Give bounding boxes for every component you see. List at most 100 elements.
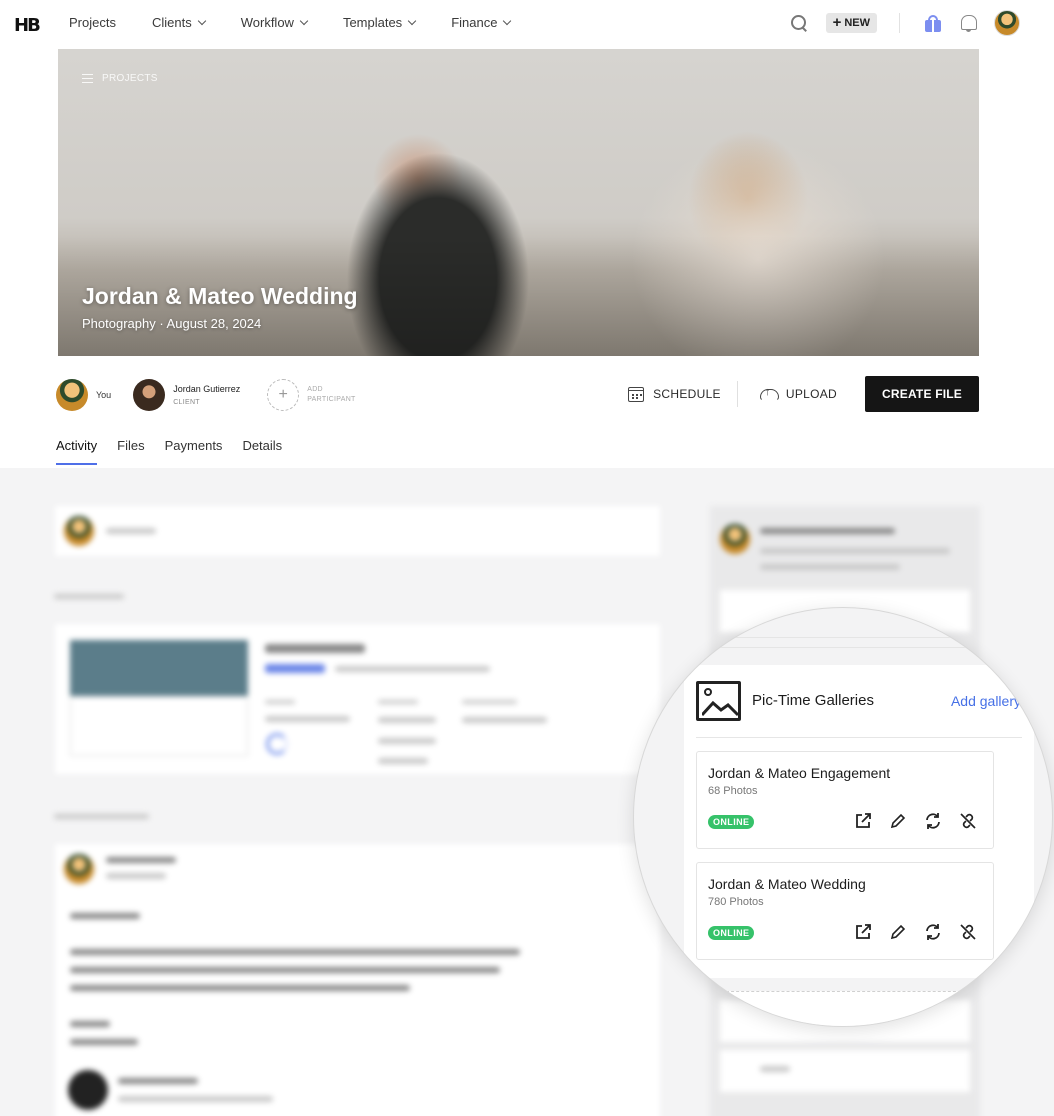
tab-payments[interactable]: Payments — [165, 438, 223, 465]
text-line — [760, 1066, 790, 1072]
pic-time-galleries-panel: Pic-Time Galleries Add gallery Jordan & … — [684, 665, 1034, 978]
gallery-actions — [837, 812, 977, 830]
text-line — [106, 857, 176, 863]
nav-item-label: Workflow — [240, 15, 294, 30]
add-participant-button[interactable]: + — [267, 379, 300, 411]
bell-icon[interactable] — [960, 14, 977, 32]
client-info[interactable]: Jordan Gutierrez CLIENT — [173, 384, 240, 406]
pencil-icon[interactable] — [889, 923, 907, 941]
gallery-photo-count: 780 Photos — [708, 896, 764, 908]
sidebar-card-below — [721, 991, 971, 1026]
project-cover-image: PROJECTS Jordan & Mateo Wedding Photogra… — [58, 49, 979, 356]
nav-right: + NEW — [790, 10, 1020, 36]
project-tabs: Activity Files Payments Details — [56, 438, 302, 465]
text-line — [106, 873, 166, 879]
gallery-name: Jordan & Mateo Wedding — [708, 876, 866, 892]
file-title-line — [265, 644, 365, 653]
hamburger-icon — [82, 74, 93, 83]
search-icon[interactable] — [790, 14, 808, 32]
avatar — [68, 1070, 108, 1110]
text-line — [70, 949, 520, 955]
file-thumbnail — [70, 640, 248, 696]
unlink-icon[interactable] — [959, 923, 977, 941]
top-nav: HB Projects Clients Workflow Templates F… — [0, 0, 1036, 48]
chevron-down-icon — [197, 16, 206, 25]
upload-label: UPLOAD — [785, 387, 838, 401]
magnifier-zoom: Pic-Time Galleries Add gallery Jordan & … — [633, 607, 1053, 1027]
nav-menu: Projects Clients Workflow Templates Fina… — [69, 15, 546, 30]
project-subtitle: Photography · August 28, 2024 — [82, 316, 262, 331]
you-label: You — [96, 390, 112, 400]
text-line — [378, 758, 428, 764]
text-line — [70, 1021, 110, 1027]
avatar — [720, 524, 750, 554]
gallery-actions — [837, 923, 977, 941]
nav-item-label: Finance — [451, 15, 498, 30]
text-line — [70, 967, 500, 973]
user-avatar[interactable] — [994, 10, 1020, 36]
text-line — [70, 1039, 138, 1045]
chevron-down-icon — [299, 16, 309, 25]
section-label — [54, 814, 149, 819]
add-participant-label: ADD PARTICIPANT — [307, 386, 356, 403]
status-badge: ONLINE — [708, 815, 755, 829]
divider — [634, 637, 1052, 638]
client-name: Jordan Gutierrez — [173, 384, 241, 394]
new-button[interactable]: + NEW — [825, 13, 877, 33]
calendar-icon — [628, 386, 645, 402]
message-card — [55, 844, 660, 1116]
you-avatar[interactable] — [56, 379, 88, 411]
tab-activity[interactable]: Activity — [56, 438, 98, 465]
nav-item-finance[interactable]: Finance — [451, 15, 512, 30]
upload-cloud-icon — [759, 386, 779, 401]
sync-icon[interactable] — [924, 923, 942, 941]
breadcrumb[interactable]: PROJECTS — [82, 73, 158, 84]
text-line — [118, 1078, 198, 1084]
text-line — [378, 738, 436, 744]
gallery-photo-count: 68 Photos — [708, 785, 758, 797]
text-line — [462, 700, 517, 704]
divider — [634, 647, 1052, 648]
gallery-card[interactable]: Jordan & Mateo Engagement 68 Photos ONLI… — [696, 751, 994, 849]
text-line — [265, 700, 295, 704]
unlink-icon[interactable] — [959, 812, 977, 830]
status-badge: ONLINE — [708, 926, 755, 940]
tab-files[interactable]: Files — [117, 438, 144, 465]
text-line — [118, 1096, 273, 1102]
text-line — [70, 985, 410, 991]
gallery-card[interactable]: Jordan & Mateo Wedding 780 Photos ONLINE — [696, 862, 994, 960]
add-gallery-link[interactable]: Add gallery — [951, 693, 1021, 709]
progress-ring — [266, 733, 288, 755]
section-label — [54, 594, 124, 599]
logo[interactable]: HB — [14, 15, 41, 36]
tab-details[interactable]: Details — [242, 438, 282, 465]
pencil-icon[interactable] — [889, 812, 907, 830]
text-line — [378, 717, 436, 723]
text-line — [378, 700, 418, 704]
breadcrumb-label: PROJECTS — [102, 73, 158, 84]
avatar — [64, 854, 94, 884]
gallery-name: Jordan & Mateo Engagement — [708, 765, 891, 781]
nav-item-projects[interactable]: Projects — [69, 15, 116, 30]
chevron-down-icon — [503, 16, 512, 25]
text-line — [70, 913, 140, 919]
nav-item-clients[interactable]: Clients — [151, 15, 206, 30]
client-avatar[interactable] — [133, 379, 166, 411]
nav-item-label: Clients — [151, 15, 192, 30]
create-file-button[interactable]: CREATE FILE — [865, 376, 979, 412]
project-title: Jordan & Mateo Wedding — [82, 283, 358, 309]
new-button-label: NEW — [844, 17, 870, 29]
nav-item-label: Projects — [69, 15, 116, 30]
nav-item-label: Templates — [342, 15, 403, 30]
project-actions: SCHEDULE UPLOAD CREATE FILE — [628, 376, 979, 412]
external-link-icon[interactable] — [854, 923, 872, 941]
nav-item-templates[interactable]: Templates — [342, 15, 417, 30]
file-meta-line — [335, 666, 490, 672]
gift-icon[interactable] — [924, 14, 942, 32]
panel-title: Pic-Time Galleries — [752, 692, 874, 709]
nav-item-workflow[interactable]: Workflow — [240, 15, 309, 30]
sync-icon[interactable] — [924, 812, 942, 830]
schedule-button[interactable]: SCHEDULE — [628, 386, 721, 402]
upload-button[interactable]: UPLOAD — [759, 386, 838, 401]
external-link-icon[interactable] — [854, 812, 872, 830]
